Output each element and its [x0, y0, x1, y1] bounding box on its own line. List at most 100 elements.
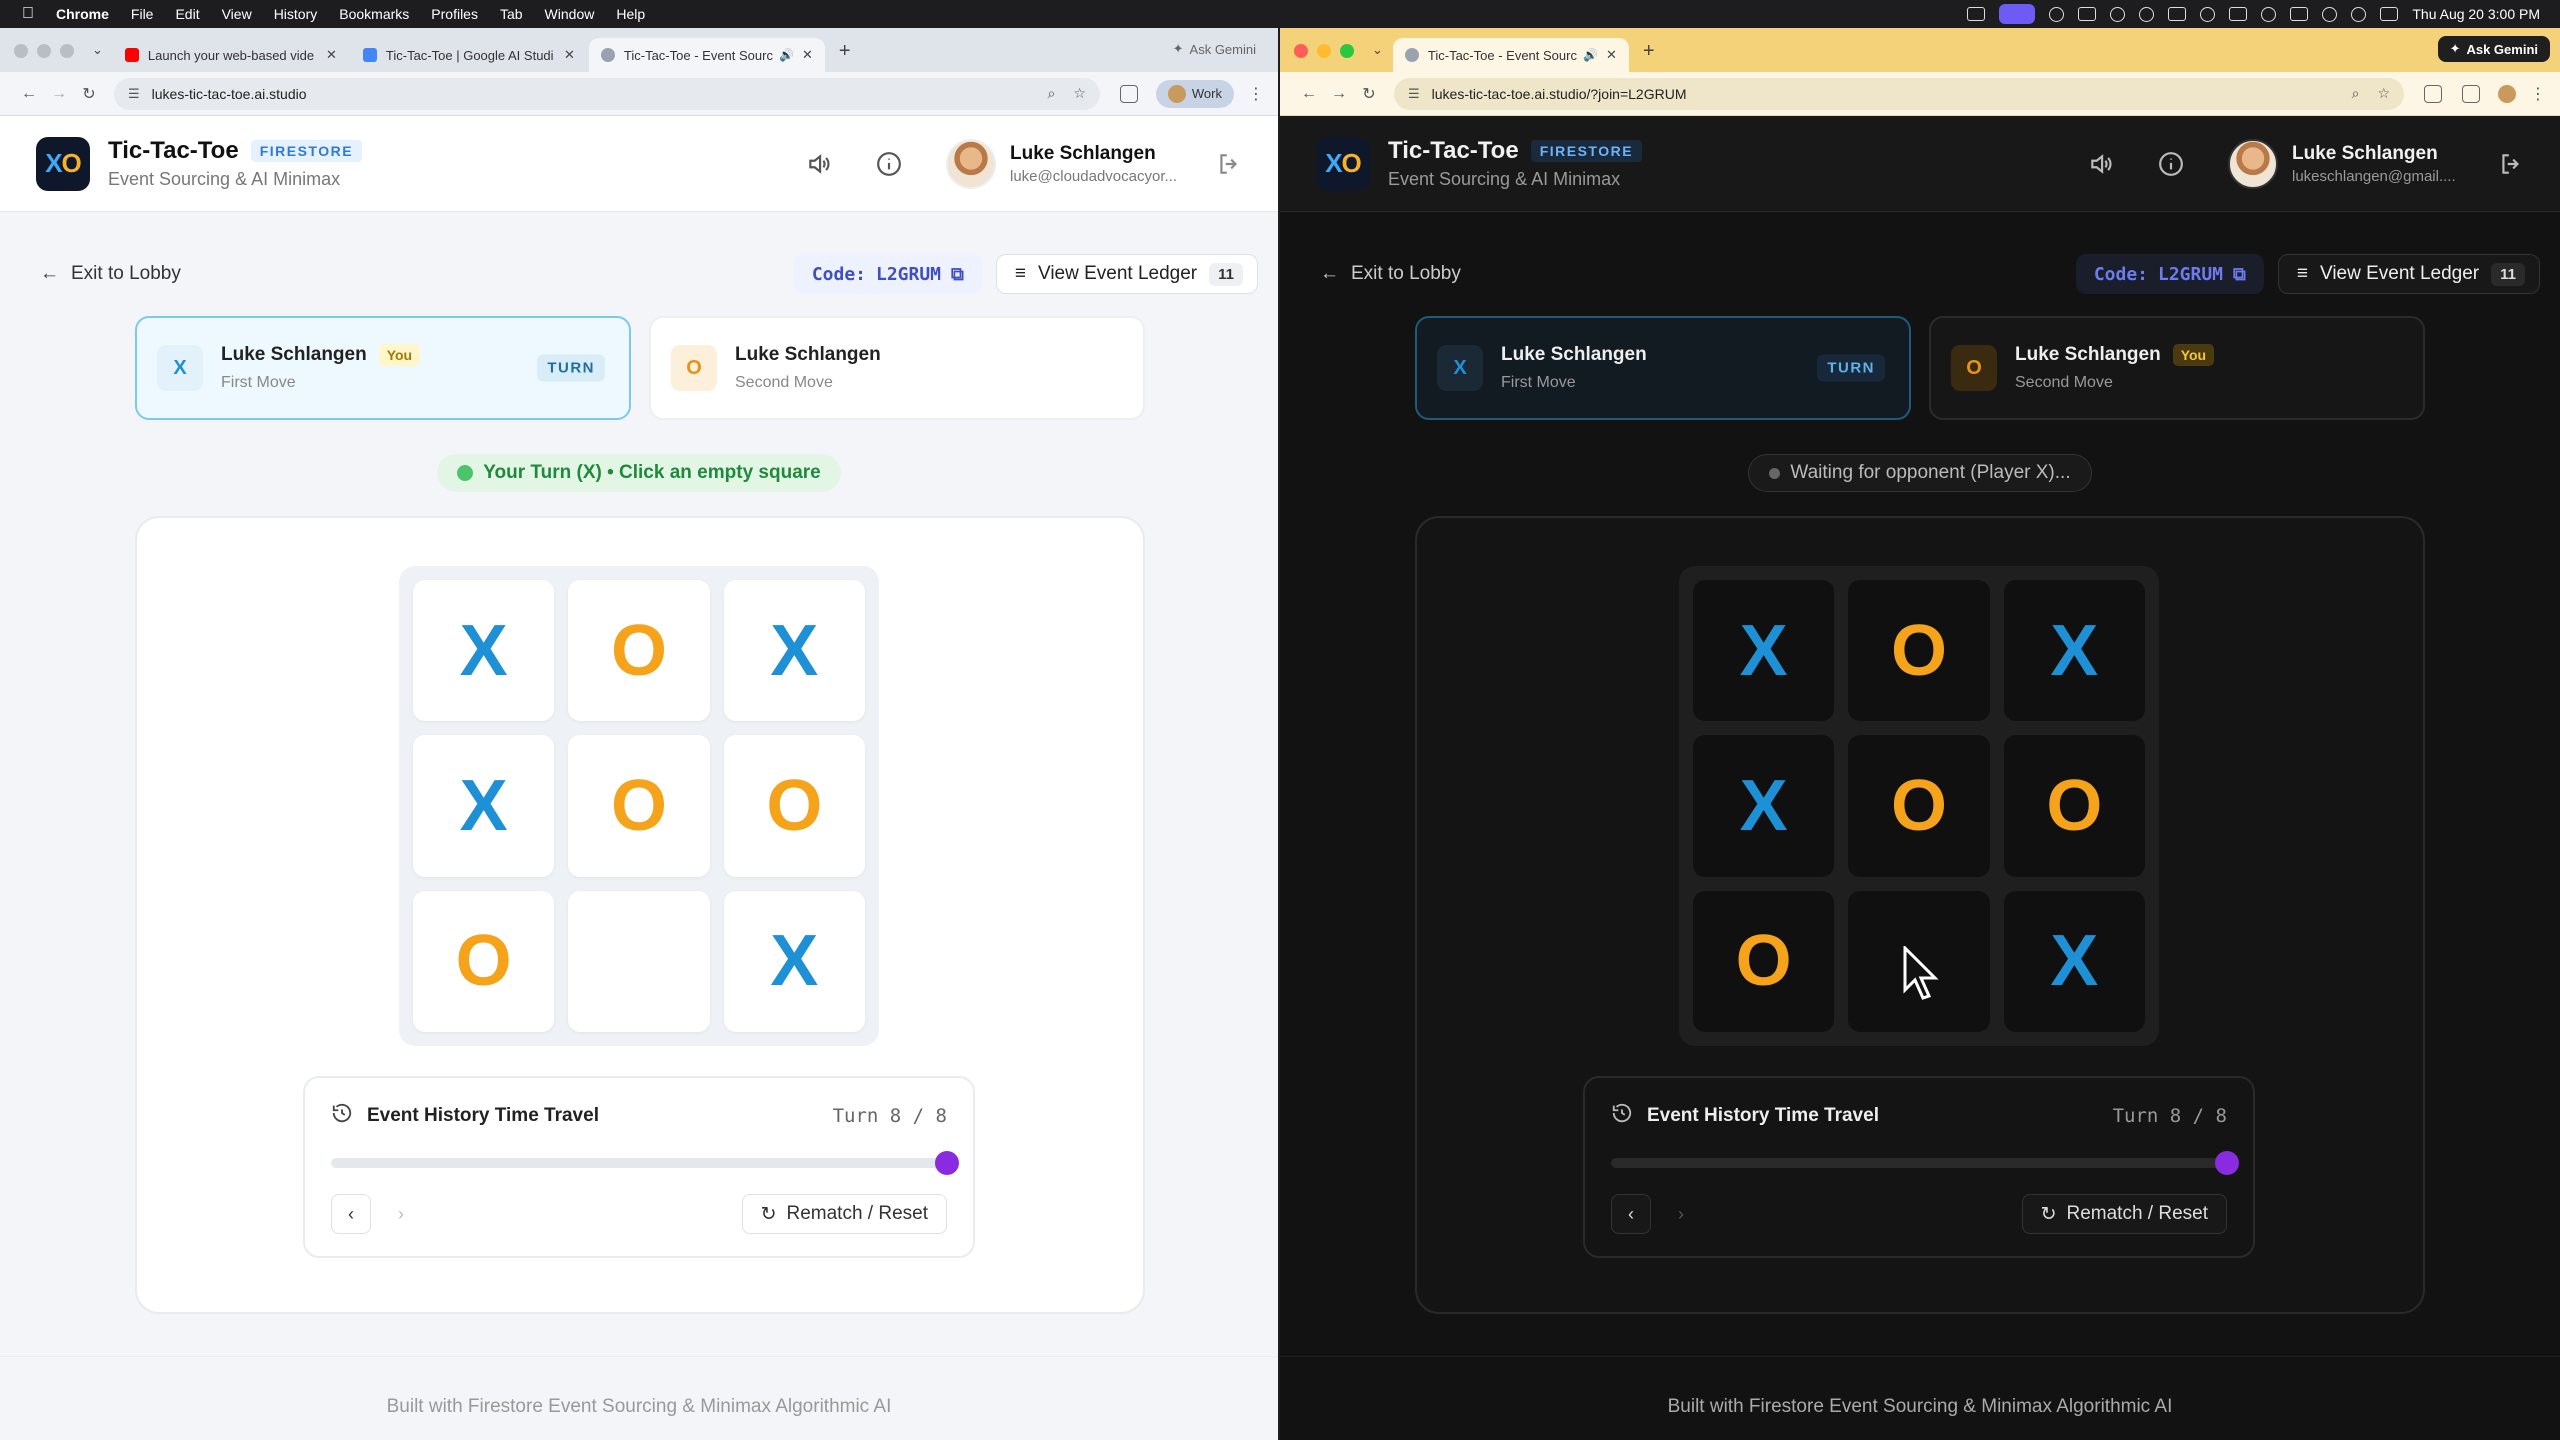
back-button[interactable]: ← [14, 85, 44, 103]
rematch-reset-button[interactable]: ↻ Rematch / Reset [2021, 1194, 2227, 1234]
exit-to-lobby-button[interactable]: ← Exit to Lobby [40, 263, 181, 285]
close-tab-icon[interactable]: ✕ [326, 47, 337, 63]
step-back-button[interactable]: ‹ [1611, 1194, 1651, 1234]
focus-icon[interactable] [2110, 6, 2126, 22]
display-icon[interactable] [2078, 7, 2097, 21]
tab-audio-icon[interactable]: 🔊 [779, 48, 794, 62]
board-cell[interactable]: O [1848, 735, 1990, 877]
board-cell[interactable]: O [1693, 890, 1835, 1032]
browser-tab-active[interactable]: Tic-Tac-Toe - Event Sourc 🔊 ✕ [588, 38, 825, 72]
board-cell[interactable]: O [1848, 580, 1990, 722]
browser-menu-icon[interactable]: ⋮ [1248, 84, 1264, 104]
menubar-clock[interactable]: Thu Aug 20 3:00 PM [2412, 6, 2540, 22]
extensions-icon[interactable] [1119, 84, 1138, 103]
close-tab-icon[interactable]: ✕ [564, 47, 575, 63]
zoom-icon[interactable]: ⌕ [2352, 85, 2360, 102]
close-tab-icon[interactable]: ✕ [802, 47, 813, 63]
bookmark-star-icon[interactable]: ☆ [1073, 85, 1086, 102]
menu-app-name[interactable]: Chrome [56, 6, 109, 22]
address-bar[interactable]: ☰ lukes-tic-tac-toe.ai.studio ⌕ ☆ [114, 77, 1100, 110]
archive-icon[interactable] [2168, 7, 2187, 21]
close-tab-icon[interactable]: ✕ [1606, 47, 1617, 63]
address-bar[interactable]: ☰ lukes-tic-tac-toe.ai.studio/?join=L2GR… [1394, 77, 2404, 110]
info-icon[interactable] [2158, 151, 2184, 177]
rematch-reset-button[interactable]: ↻ Rematch / Reset [741, 1194, 947, 1234]
url-text[interactable]: lukes-tic-tac-toe.ai.studio [152, 86, 307, 102]
menu-history[interactable]: History [274, 6, 318, 22]
menu-view[interactable]: View [222, 6, 252, 22]
close-window-button[interactable] [1294, 44, 1308, 58]
reload-button[interactable]: ↻ [1354, 84, 1384, 104]
new-tab-button[interactable]: + [827, 40, 863, 72]
view-event-ledger-button[interactable]: ≡ View Event Ledger 11 [995, 254, 1258, 294]
logout-icon[interactable] [2498, 151, 2524, 177]
moon-icon[interactable] [2261, 6, 2277, 22]
logout-icon[interactable] [1216, 151, 1242, 177]
menu-profiles[interactable]: Profiles [431, 6, 478, 22]
browser-tab[interactable]: Launch your web-based vide ✕ [113, 38, 349, 72]
tab-audio-icon[interactable]: 🔊 [1583, 48, 1598, 62]
slider-thumb[interactable] [2215, 1151, 2239, 1175]
reload-button[interactable]: ↻ [74, 84, 104, 104]
zoom-icon[interactable]: ⌕ [1047, 85, 1055, 102]
board-cell[interactable]: X [1693, 735, 1835, 877]
board-cell[interactable]: O [413, 890, 555, 1032]
browser-tab[interactable]: Tic-Tac-Toe | Google AI Studi ✕ [351, 38, 587, 72]
wifi-icon[interactable] [2322, 6, 2338, 22]
zoom-window-button[interactable] [1340, 44, 1354, 58]
bookmark-star-icon[interactable]: ☆ [2377, 85, 2390, 102]
board-cell[interactable]: X [2003, 580, 2145, 722]
minimize-window-button[interactable] [1317, 44, 1331, 58]
game-code-copy-button[interactable]: Code: L2GRUM ⧉ [2075, 254, 2264, 294]
close-window-button[interactable] [14, 44, 28, 58]
info-icon[interactable] [876, 151, 902, 177]
step-back-button[interactable]: ‹ [331, 1194, 371, 1234]
board-cell[interactable]: O [723, 735, 865, 877]
google-icon[interactable] [2200, 6, 2216, 22]
step-forward-button[interactable]: › [1661, 1194, 1701, 1234]
menu-help[interactable]: Help [616, 6, 645, 22]
board-cell[interactable]: O [2003, 735, 2145, 877]
browser-menu-icon[interactable]: ⋮ [2530, 84, 2546, 104]
profile-button[interactable]: Work [1155, 79, 1234, 108]
board-cell-empty[interactable] [568, 890, 710, 1032]
menu-file[interactable]: File [131, 6, 154, 22]
url-text[interactable]: lukes-tic-tac-toe.ai.studio/?join=L2GRUM [1432, 86, 1687, 102]
sound-toggle-icon[interactable] [806, 151, 832, 177]
chrome-status-icon[interactable] [2139, 6, 2155, 22]
new-tab-button[interactable]: + [1631, 40, 1667, 72]
sound-toggle-icon[interactable] [2088, 151, 2114, 177]
ask-gemini-button[interactable]: ✦ Ask Gemini [1161, 36, 1268, 62]
board-cell[interactable]: X [723, 890, 865, 1032]
exit-to-lobby-button[interactable]: ← Exit to Lobby [1320, 263, 1461, 285]
board-cell[interactable]: X [413, 735, 555, 877]
site-info-icon[interactable]: ☰ [1408, 86, 1420, 102]
menu-window[interactable]: Window [545, 6, 595, 22]
board-cell[interactable]: X [413, 580, 555, 722]
slider-thumb[interactable] [935, 1151, 959, 1175]
minimize-window-button[interactable] [37, 44, 51, 58]
stage-manager-icon[interactable] [1999, 4, 2036, 24]
battery-icon[interactable] [2290, 7, 2309, 21]
board-cell[interactable]: O [568, 735, 710, 877]
forward-button[interactable]: → [1324, 85, 1354, 103]
game-code-copy-button[interactable]: Code: L2GRUM ⧉ [793, 254, 982, 294]
back-button[interactable]: ← [1294, 85, 1324, 103]
tab-search-chevron-icon[interactable]: ⌄ [1368, 42, 1393, 72]
zoom-window-button[interactable] [60, 44, 74, 58]
browser-tab-active[interactable]: Tic-Tac-Toe - Event Sourc 🔊 ✕ [1392, 38, 1629, 72]
board-cell[interactable]: O [568, 580, 710, 722]
board-cell[interactable]: X [2003, 890, 2145, 1032]
ask-gemini-button[interactable]: ✦ Ask Gemini [2437, 36, 2550, 62]
view-event-ledger-button[interactable]: ≡ View Event Ledger 11 [2277, 254, 2540, 294]
site-info-icon[interactable]: ☰ [128, 86, 140, 102]
menu-edit[interactable]: Edit [175, 6, 199, 22]
forward-button[interactable]: → [44, 85, 74, 103]
record-icon[interactable] [2049, 6, 2065, 22]
control-center-icon[interactable] [2380, 7, 2399, 21]
history-slider[interactable] [1611, 1151, 2239, 1175]
tab-search-chevron-icon[interactable]: ⌄ [88, 42, 113, 72]
step-forward-button[interactable]: › [381, 1194, 421, 1234]
apple-menu-icon[interactable]:  [22, 5, 34, 23]
menu-bookmarks[interactable]: Bookmarks [339, 6, 409, 22]
